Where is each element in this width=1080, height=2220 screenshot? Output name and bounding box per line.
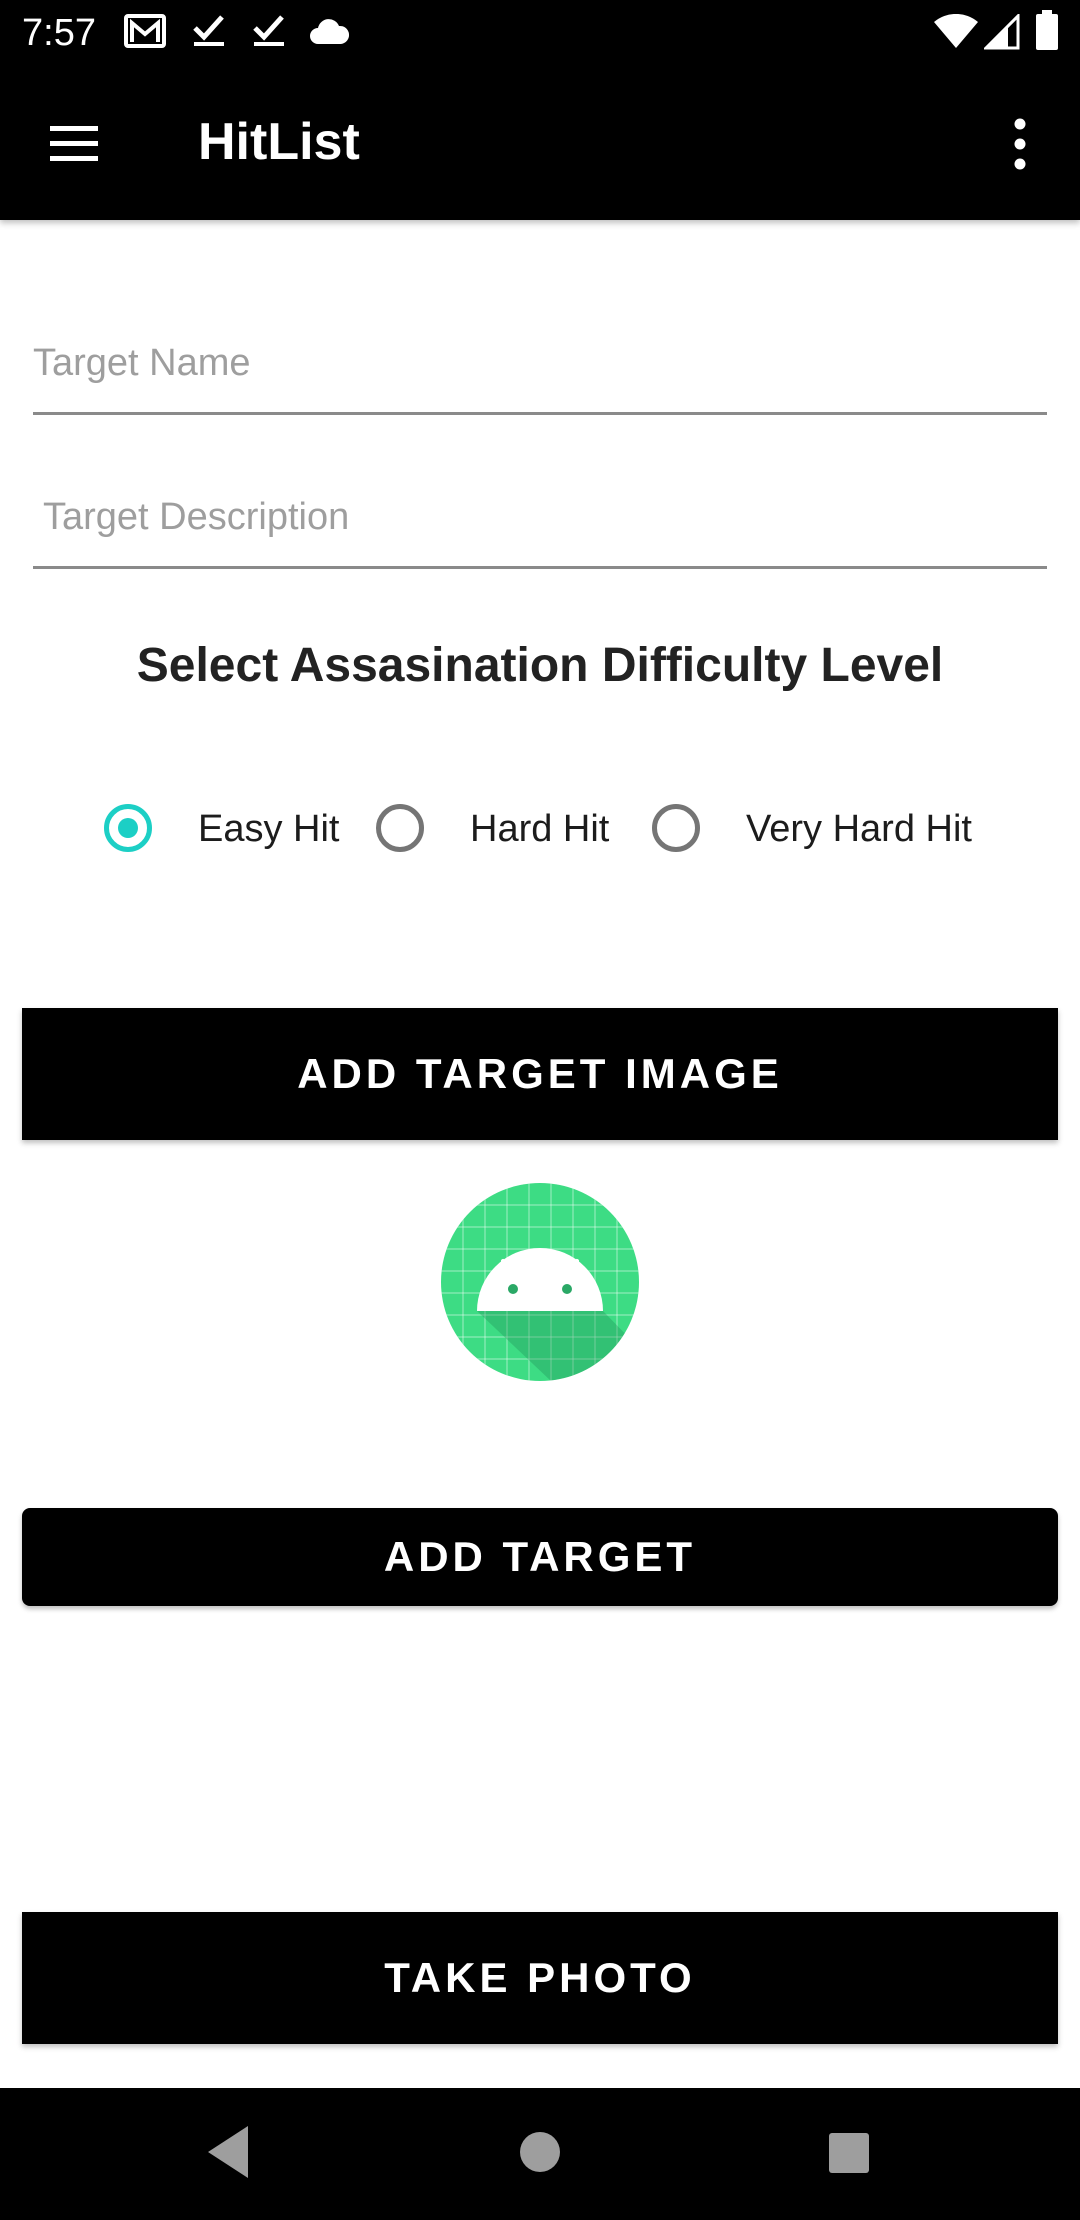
back-icon[interactable]	[204, 2122, 252, 2182]
target-name-input[interactable]	[33, 318, 1047, 408]
cloud-icon	[310, 19, 350, 44]
target-description-field[interactable]	[33, 472, 1047, 569]
status-bar: 7:57	[0, 0, 1080, 66]
recents-icon[interactable]	[828, 2132, 870, 2174]
radio-label-easy-hit: Easy Hit	[198, 808, 340, 850]
gmail-icon	[124, 14, 166, 48]
target-description-input[interactable]	[43, 472, 1047, 562]
radio-easy-hit[interactable]: Easy Hit	[104, 800, 354, 864]
app-title: HitList	[198, 113, 360, 171]
add-target-button[interactable]: ADD TARGET	[22, 1508, 1058, 1606]
difficulty-heading: Select Assasination Difficulty Level	[136, 639, 944, 692]
add-target-image-button[interactable]: ADD TARGET IMAGE	[22, 1008, 1058, 1140]
wifi-icon	[934, 14, 978, 48]
radio-button-unchecked[interactable]	[376, 804, 424, 852]
battery-icon	[1036, 10, 1058, 50]
radio-hard-hit[interactable]: Hard Hit	[376, 800, 626, 864]
android-placeholder-icon	[441, 1183, 639, 1381]
navigation-bar	[0, 2088, 1080, 2220]
more-vert-icon[interactable]	[1000, 112, 1040, 176]
signal-icon	[984, 14, 1020, 50]
radio-button-checked[interactable]	[104, 804, 152, 852]
home-icon[interactable]	[518, 2130, 562, 2174]
screen: 7:57 HitList Target Name Target Descript…	[0, 0, 1080, 2220]
hamburger-menu-icon[interactable]	[44, 116, 104, 172]
radio-dot	[118, 818, 138, 838]
target-name-field[interactable]	[33, 318, 1047, 415]
radio-button-unchecked[interactable]	[652, 804, 700, 852]
radio-label-very-hard-hit: Very Hard Hit	[746, 808, 972, 850]
app-bar: HitList	[0, 66, 1080, 220]
status-time: 7:57	[22, 12, 96, 54]
check-icon	[253, 15, 284, 46]
radio-very-hard-hit[interactable]: Very Hard Hit	[652, 800, 982, 864]
take-photo-button[interactable]: TAKE PHOTO	[22, 1912, 1058, 2044]
check-icon	[193, 15, 224, 46]
radio-label-hard-hit: Hard Hit	[470, 808, 610, 850]
